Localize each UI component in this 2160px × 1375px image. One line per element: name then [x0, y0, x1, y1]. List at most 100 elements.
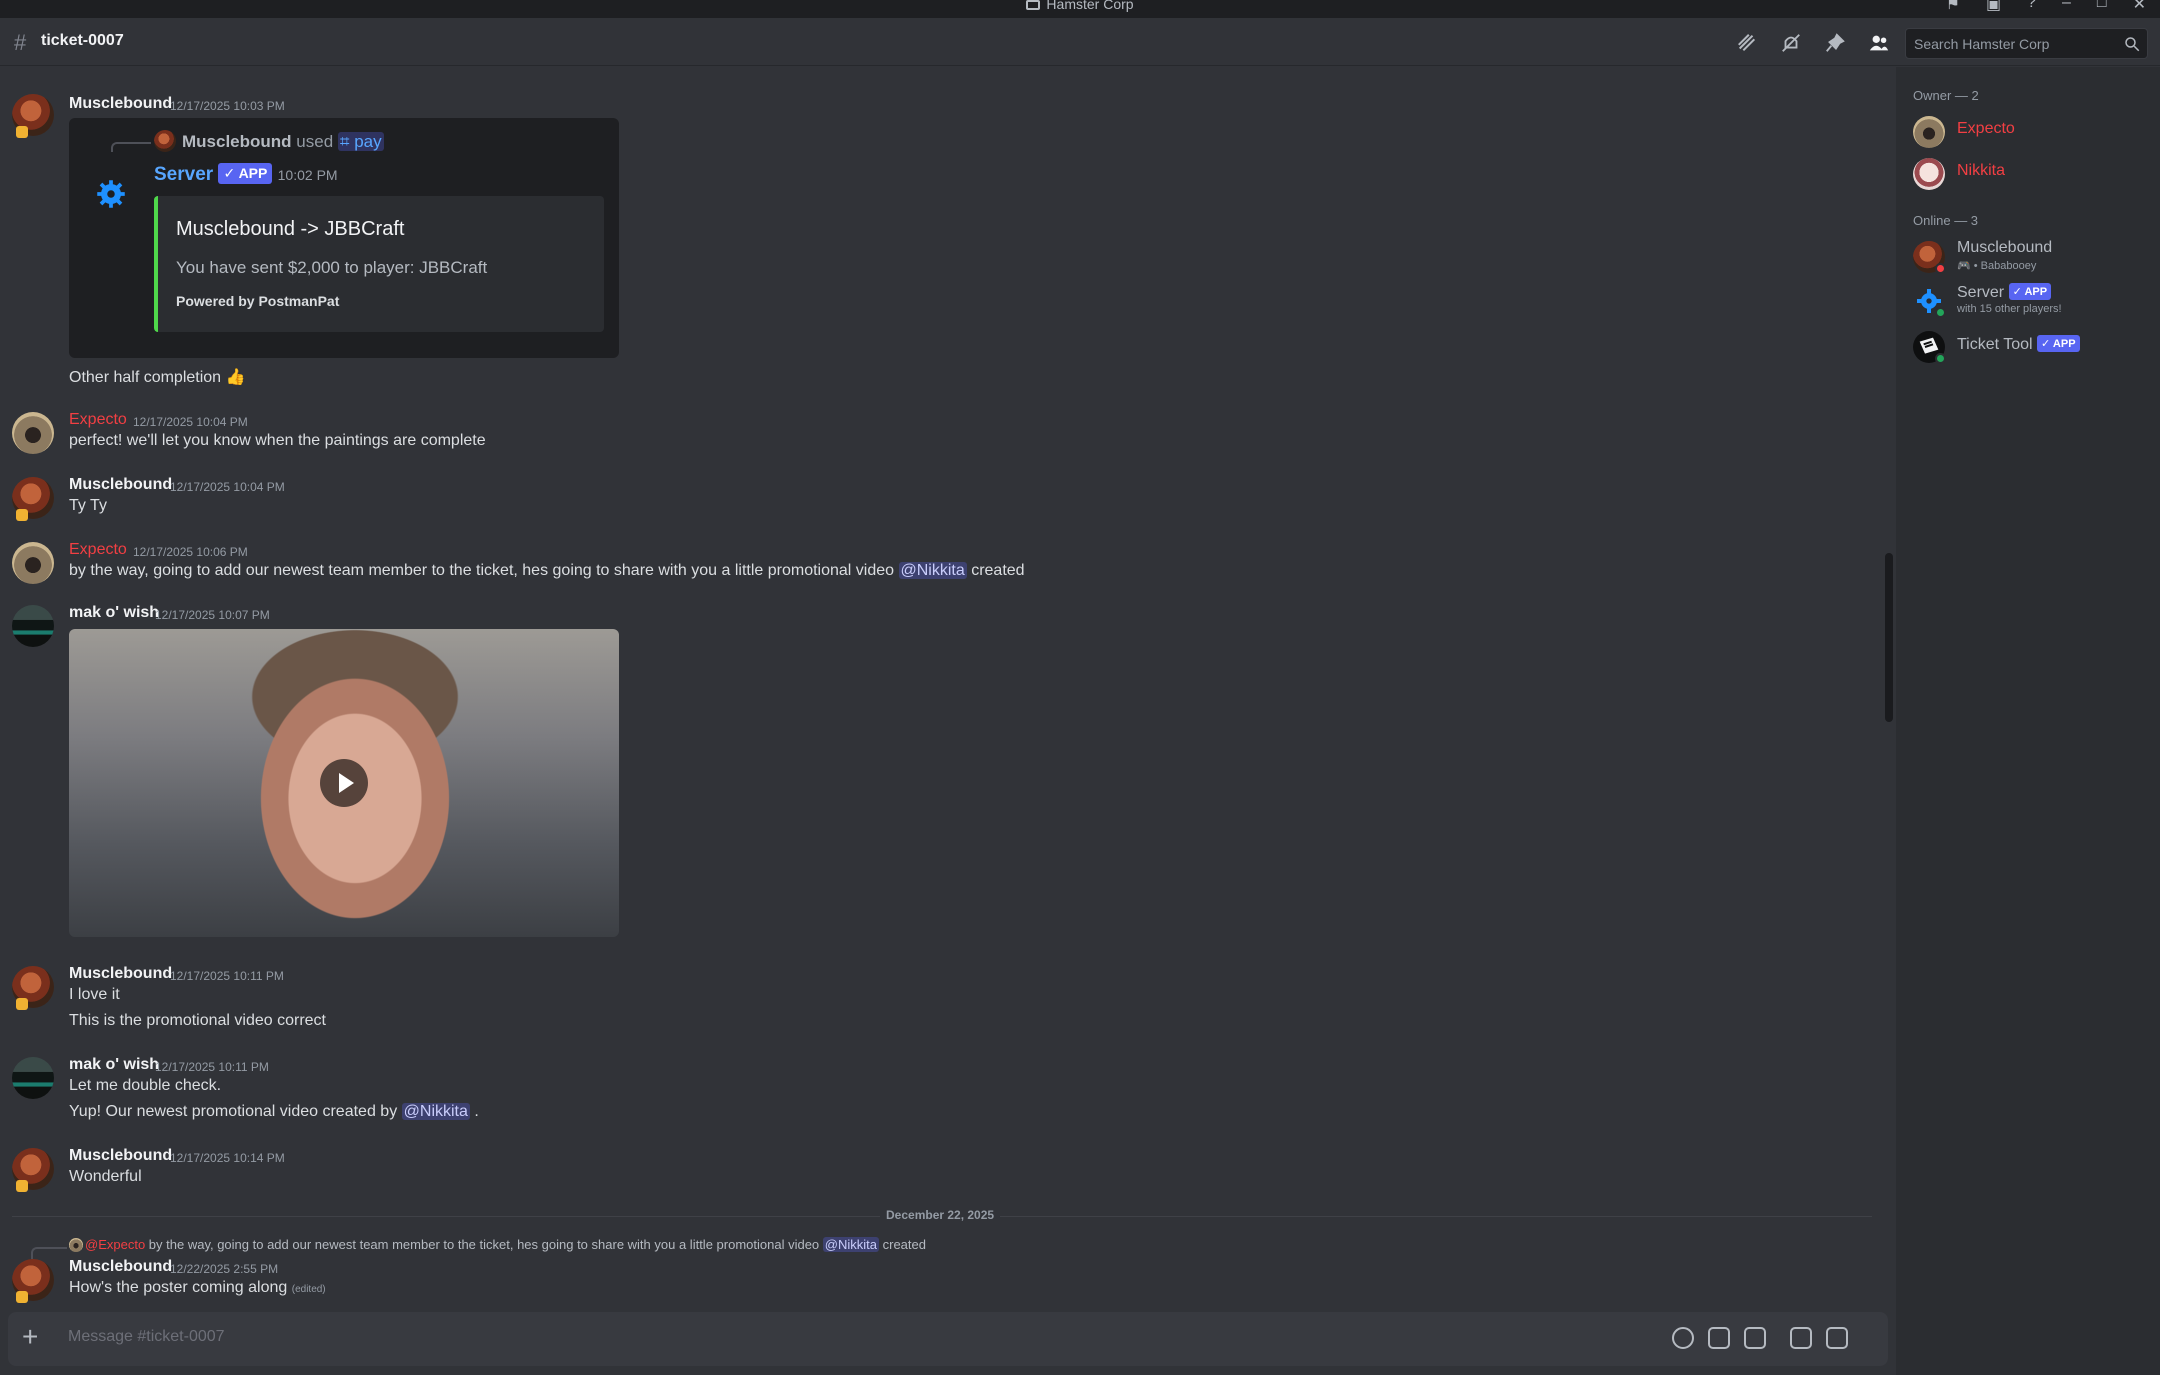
app-badge: ✓ APP	[218, 163, 273, 184]
message-text-end: created	[971, 562, 1025, 579]
search-icon	[2125, 37, 2140, 52]
member-musclebound[interactable]: Musclebound 🎮 • Bababooey	[1913, 239, 2153, 281]
reply-avatar	[154, 130, 176, 152]
reply-text-end: created	[882, 1237, 926, 1252]
message-timestamp: 12/17/2025 10:03 PM	[170, 99, 285, 113]
chat-scrollbar[interactable]	[1885, 553, 1893, 722]
member-server[interactable]: Server ✓ APP with 15 other players!	[1913, 283, 2153, 325]
member-name: Ticket Tool	[1957, 336, 2033, 353]
app-badge-label: APP	[2024, 286, 2048, 298]
play-icon[interactable]	[320, 759, 368, 807]
message-author[interactable]: Musclebound	[69, 1258, 172, 1276]
sticker-icon[interactable]	[1744, 1327, 1766, 1349]
apps-icon[interactable]	[1790, 1327, 1812, 1349]
minimize-icon[interactable]: –	[2062, 0, 2071, 14]
notification-muted-icon[interactable]	[1780, 32, 1802, 54]
user-mention[interactable]: @Nikkita	[401, 1103, 470, 1120]
message-author[interactable]: mak o' wish	[69, 604, 159, 622]
threads-icon[interactable]	[1736, 32, 1758, 54]
window-controls: ⚑ ▣ ? – □ ✕	[1946, 0, 2146, 14]
avatar[interactable]	[12, 605, 54, 647]
avatar-badge	[16, 998, 28, 1010]
message-author[interactable]: Musclebound	[69, 1147, 172, 1165]
online-group-header: Online — 3	[1913, 213, 1979, 228]
member-expecto[interactable]: Expecto	[1913, 114, 2153, 156]
avatar	[1913, 158, 1945, 190]
message-timestamp: 12/17/2025 10:14 PM	[170, 1151, 285, 1165]
message-content: Other half completion 👍	[69, 369, 246, 386]
member-nikkita[interactable]: Nikkita	[1913, 156, 2153, 198]
help-icon[interactable]: ?	[2027, 0, 2036, 14]
member-list-icon[interactable]	[1868, 32, 1890, 54]
member-name: Server	[1957, 284, 2005, 301]
message-timestamp: 12/17/2025 10:11 PM	[155, 1060, 269, 1074]
message-content: This is the promotional video correct	[69, 1012, 326, 1029]
channel-hash-icon: #	[14, 30, 27, 55]
app-badge-label: APP	[238, 165, 268, 181]
reply-verb: used	[296, 132, 334, 151]
message-content: Wonderful	[69, 1168, 142, 1185]
message-author[interactable]: Musclebound	[69, 476, 172, 494]
avatar[interactable]	[12, 412, 54, 454]
message-content: How's the poster coming along (edited)	[69, 1279, 326, 1297]
avatar[interactable]	[12, 1057, 54, 1099]
message-timestamp: 12/17/2025 10:04 PM	[170, 480, 285, 494]
message-author[interactable]: Musclebound	[69, 965, 172, 983]
reply-author[interactable]: Musclebound	[182, 132, 292, 151]
message-content: Yup! Our newest promotional video create…	[69, 1103, 479, 1121]
reply-author[interactable]: @Expecto	[85, 1237, 145, 1252]
close-icon[interactable]: ✕	[2133, 0, 2146, 14]
message-timestamp: 12/17/2025 10:07 PM	[155, 608, 270, 622]
message-content: Let me double check.	[69, 1077, 222, 1094]
slash-command-mention[interactable]: ⌗ pay	[337, 132, 384, 151]
replied-message-preview[interactable]: @Expecto by the way, going to add our ne…	[69, 1237, 926, 1252]
dnd-status-dot	[1935, 263, 1946, 274]
reply-avatar	[69, 1238, 83, 1252]
avatar-badge	[16, 1291, 28, 1303]
member-name-line: Server ✓ APP	[1957, 283, 2052, 302]
message-author[interactable]: mak o' wish	[69, 1056, 159, 1074]
add-attachment-icon[interactable]: +	[22, 1322, 38, 1352]
app-icon	[1026, 0, 1041, 10]
member-ticket-tool[interactable]: Ticket Tool ✓ APP	[1913, 329, 2153, 371]
search-input[interactable]	[1914, 36, 2114, 52]
inbox-icon[interactable]: ▣	[1986, 0, 2001, 14]
channel-name: ticket-0007	[41, 32, 124, 49]
app-badge-label: APP	[2052, 338, 2076, 350]
flag-icon[interactable]: ⚑	[1946, 0, 1960, 14]
bot-name[interactable]: Server	[154, 164, 213, 185]
message-timestamp: 12/22/2025 2:55 PM	[170, 1262, 279, 1276]
window-title-text: Hamster Corp	[1046, 0, 1134, 12]
emoji-icon[interactable]	[1672, 1327, 1694, 1349]
command-reply-line: Musclebound used ⌗ pay	[154, 130, 384, 152]
user-mention[interactable]: @Nikkita	[822, 1237, 879, 1252]
gif-icon[interactable]	[1708, 1327, 1730, 1349]
gift-icon[interactable]	[1826, 1327, 1848, 1349]
maximize-icon[interactable]: □	[2097, 0, 2107, 14]
member-activity: with 15 other players!	[1957, 303, 2062, 315]
member-name-line: Ticket Tool ✓ APP	[1957, 335, 2080, 354]
avatar	[1913, 116, 1945, 148]
embed-description: You have sent $2,000 to player: JBBCraft	[176, 258, 488, 277]
message-list[interactable]: Musclebound 12/17/2025 10:03 PM Musclebo…	[0, 67, 1896, 1312]
message-input[interactable]	[68, 1328, 1568, 1346]
user-mention[interactable]: @Nikkita	[898, 562, 967, 579]
avatar[interactable]	[12, 542, 54, 584]
channel-header: # ticket-0007	[0, 18, 2160, 66]
message-author[interactable]: Expecto	[69, 541, 127, 559]
window-title: Hamster Corp	[0, 0, 2160, 12]
search-box[interactable]	[1905, 28, 2148, 59]
pin-icon[interactable]	[1824, 32, 1846, 54]
avatar-badge	[16, 126, 28, 138]
message-author[interactable]: Expecto	[69, 411, 127, 429]
message-content: perfect! we'll let you know when the pai…	[69, 432, 486, 449]
date-divider: December 22, 2025	[12, 1208, 1872, 1222]
avatar-badge	[16, 509, 28, 521]
activity-text: Bababooey	[1980, 260, 2037, 272]
member-name: Nikkita	[1957, 162, 2006, 179]
message-author[interactable]: Musclebound	[69, 95, 172, 113]
message-content: by the way, going to add our newest team…	[69, 562, 1025, 580]
video-attachment[interactable]	[69, 629, 619, 937]
embed-footer: Powered by PostmanPat	[176, 293, 340, 309]
message-text: Yup! Our newest promotional video create…	[69, 1103, 398, 1120]
